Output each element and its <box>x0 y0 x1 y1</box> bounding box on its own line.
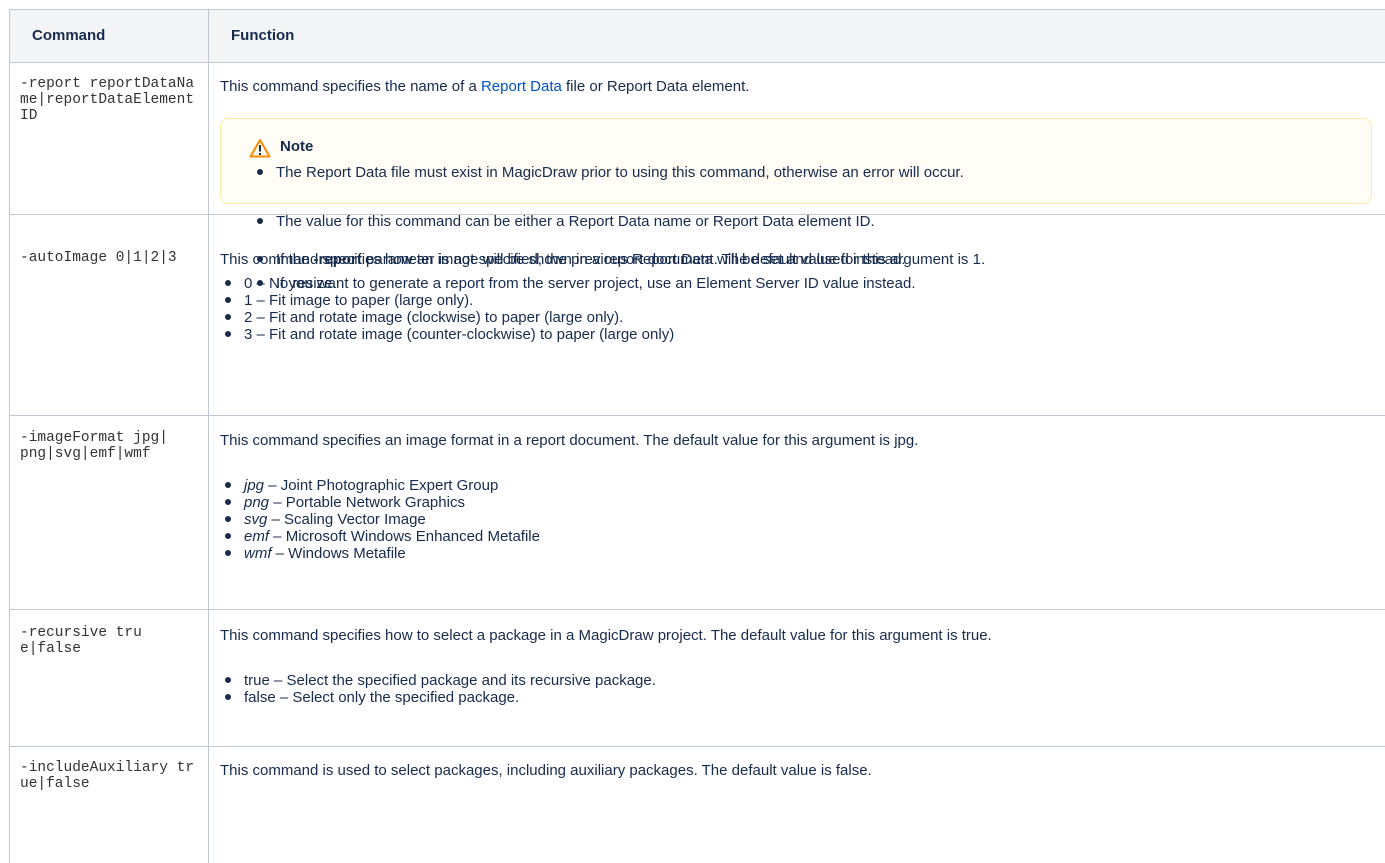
list-item: jpg – Joint Photographic Expert Group <box>220 477 540 494</box>
report-description: This command specifies the name of a Rep… <box>220 78 750 95</box>
note-list-overflow: The value for this command can be either… <box>252 213 875 230</box>
recursive-description: This command specifies how to select a p… <box>220 627 992 644</box>
note-title: Note <box>280 138 314 155</box>
list-item: 3 – Fit and rotate image (counter-clockw… <box>220 326 674 343</box>
column-header-function: Function <box>231 27 295 44</box>
imageformat-description: This command specifies an image format i… <box>220 432 919 449</box>
list-item: 2 – Fit and rotate image (clockwise) to … <box>220 309 674 326</box>
command-recursive: -recursive true|false <box>20 625 142 657</box>
recursive-options-list: true – Select the specified package and … <box>220 672 656 706</box>
list-item: The Report Data file must exist in Magic… <box>252 164 964 181</box>
note-panel <box>220 118 1372 204</box>
list-item: false – Select only the specified packag… <box>220 689 656 706</box>
column-header-command: Command <box>32 27 106 44</box>
command-autoimage: -autoImage 0|1|2|3 <box>20 250 177 266</box>
imageformat-options-list: jpg – Joint Photographic Expert Group pn… <box>220 477 540 562</box>
list-item: 0 – No resize. <box>220 275 674 292</box>
list-item: png – Portable Network Graphics <box>220 494 540 511</box>
autoimage-options-list: 0 – No resize. 1 – Fit image to paper (l… <box>220 275 674 343</box>
command-imageformat: -imageFormat jpg|png|svg|emf|wmf <box>20 430 168 462</box>
list-item: svg – Scaling Vector Image <box>220 511 540 528</box>
command-includeauxiliary: -includeAuxiliary true|false <box>20 760 195 792</box>
autoimage-description: This command specifies how an image will… <box>220 251 986 268</box>
table-header-row <box>9 9 1385 62</box>
list-item: wmf – Windows Metafile <box>220 545 540 562</box>
command-report: -report reportDataName|reportDataElement… <box>20 76 195 124</box>
list-item: emf – Microsoft Windows Enhanced Metafil… <box>220 528 540 545</box>
report-data-link[interactable]: Report Data <box>481 78 562 95</box>
list-item: The value for this command can be either… <box>252 213 875 230</box>
note-list: The Report Data file must exist in Magic… <box>252 164 964 181</box>
list-item: true – Select the specified package and … <box>220 672 656 689</box>
list-item: 1 – Fit image to paper (large only). <box>220 292 674 309</box>
warning-icon <box>249 139 271 158</box>
includeauxiliary-description: This command is used to select packages,… <box>220 762 872 779</box>
